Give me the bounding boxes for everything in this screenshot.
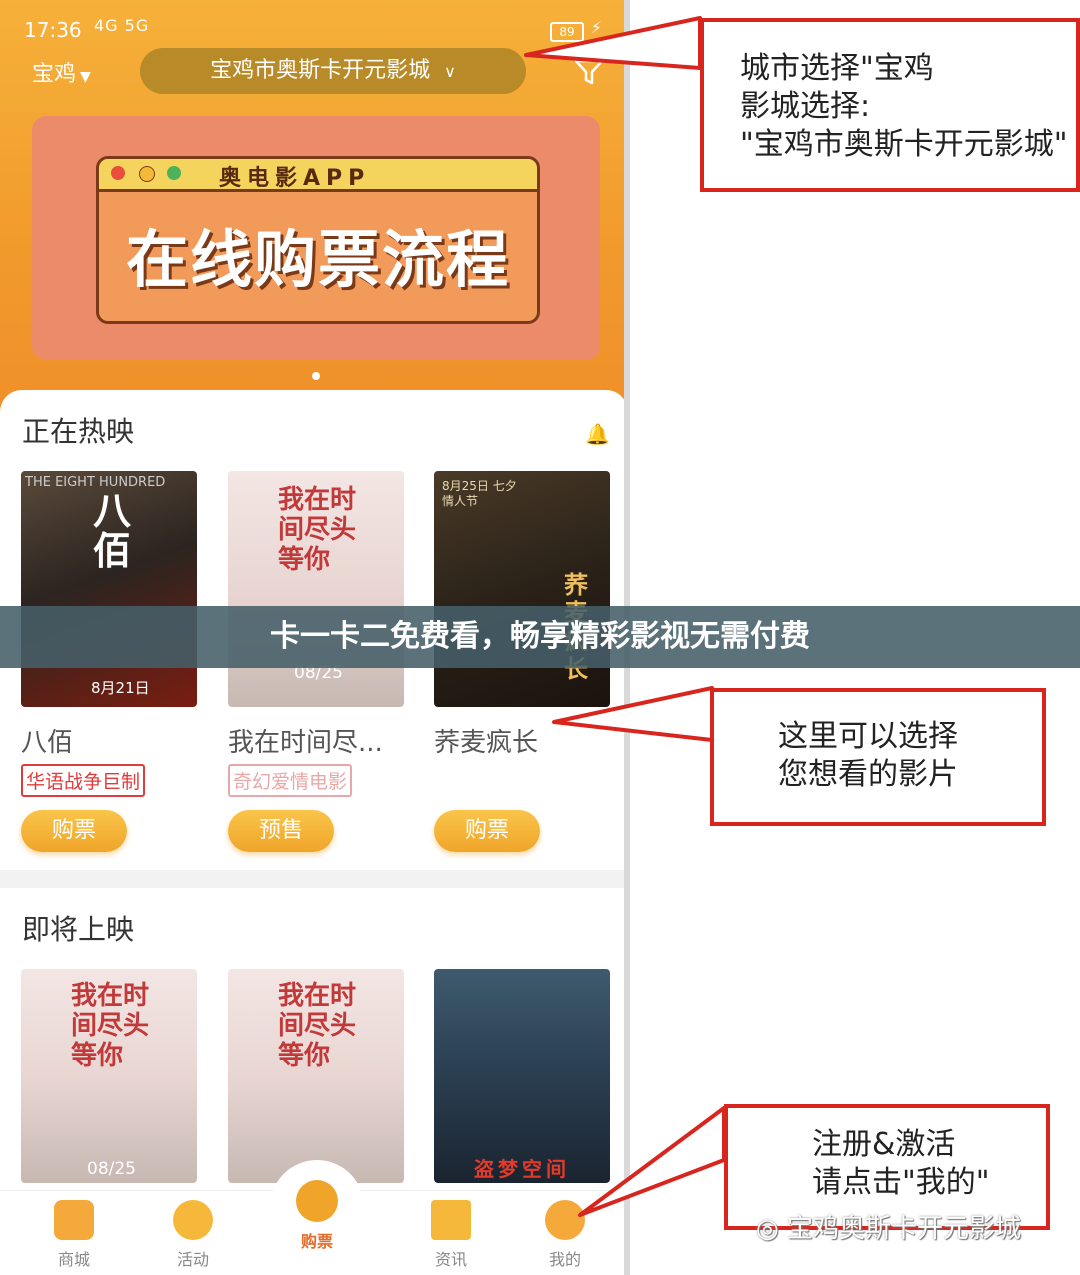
callout-city: 城市选择"宝鸡 影城选择: "宝鸡市奥斯卡开元影城"	[700, 18, 1080, 192]
callout-pointer-movie	[552, 686, 714, 742]
wechat-icon: ◎	[756, 1214, 787, 1244]
callout-pointer-city	[524, 16, 702, 70]
callout-pointer-register	[578, 1106, 726, 1217]
callout-line: 城市选择"宝鸡	[740, 51, 934, 86]
callout-line: "宝鸡市奥斯卡开元影城"	[740, 127, 1068, 162]
callout-line: 影城选择:	[740, 89, 871, 124]
overlay-banner: 卡一卡二免费看，畅享精彩影视无需付费	[0, 606, 1080, 668]
watermark: ◎ 宝鸡奥斯卡开元影城	[756, 1208, 1021, 1245]
watermark-text: 宝鸡奥斯卡开元影城	[786, 1214, 1021, 1244]
callout-line: 请点击"我的"	[812, 1165, 990, 1200]
callout-line: 注册&激活	[812, 1127, 956, 1162]
callout-line: 您想看的影片	[778, 757, 958, 792]
callout-line: 这里可以选择	[778, 719, 958, 754]
overlay-title: 卡一卡二免费看，畅享精彩影视无需付费	[270, 619, 810, 654]
callout-movie: 这里可以选择 您想看的影片	[710, 688, 1046, 826]
